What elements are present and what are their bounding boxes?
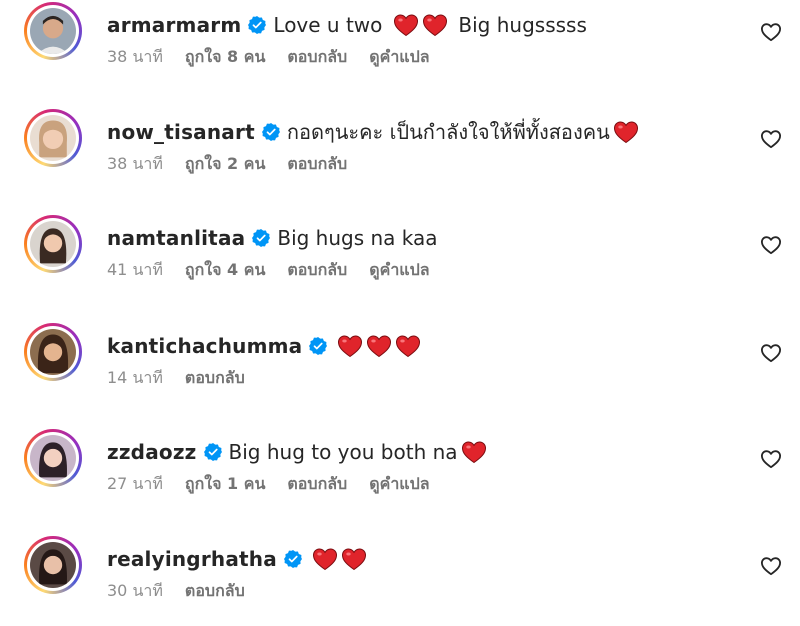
comment-text: Big hug to you both na bbox=[228, 440, 458, 464]
avatar[interactable] bbox=[24, 2, 82, 60]
likes-count-button[interactable]: ถูกใจ 2 คน bbox=[185, 152, 265, 177]
heart-outline-icon[interactable] bbox=[760, 235, 782, 255]
comment-time[interactable]: 38 นาที bbox=[107, 152, 163, 177]
red-heart-emoji bbox=[341, 547, 367, 571]
red-heart-emoji bbox=[395, 334, 421, 358]
comment-time[interactable]: 38 นาที bbox=[107, 45, 163, 70]
likes-count-button[interactable]: ถูกใจ 8 คน bbox=[185, 45, 265, 70]
red-heart-emoji bbox=[613, 120, 639, 144]
comment-time[interactable]: 14 นาที bbox=[107, 366, 163, 391]
reply-button[interactable]: ตอบกลับ bbox=[287, 45, 347, 70]
comment-list: armarmarm Love u two Big hugsssss 38 นาท… bbox=[0, 0, 800, 603]
red-heart-emoji bbox=[461, 440, 487, 464]
username[interactable]: armarmarm bbox=[107, 13, 241, 37]
comment-time[interactable]: 27 นาที bbox=[107, 472, 163, 497]
profile-photo bbox=[30, 221, 76, 267]
verified-badge-icon bbox=[251, 228, 271, 248]
reply-button[interactable]: ตอบกลับ bbox=[185, 579, 245, 604]
verified-badge-icon bbox=[308, 336, 328, 356]
heart-outline-icon[interactable] bbox=[760, 129, 782, 149]
likes-count-button[interactable]: ถูกใจ 4 คน bbox=[185, 258, 265, 283]
red-heart-emoji bbox=[337, 334, 363, 358]
avatar[interactable] bbox=[24, 323, 82, 381]
username[interactable]: now_tisanart bbox=[107, 120, 255, 144]
verified-badge-icon bbox=[261, 122, 281, 142]
profile-photo bbox=[30, 8, 76, 54]
avatar[interactable] bbox=[24, 429, 82, 487]
profile-photo bbox=[30, 435, 76, 481]
see-translation-button[interactable]: ดูคำแปล bbox=[369, 45, 429, 70]
heart-outline-icon[interactable] bbox=[760, 449, 782, 469]
heart-outline-icon[interactable] bbox=[760, 343, 782, 363]
profile-photo bbox=[30, 115, 76, 161]
red-heart-emoji bbox=[393, 13, 419, 37]
reply-button[interactable]: ตอบกลับ bbox=[287, 472, 347, 497]
profile-photo bbox=[30, 542, 76, 588]
username[interactable]: zzdaozz bbox=[107, 440, 197, 464]
likes-count-button[interactable]: ถูกใจ 1 คน bbox=[185, 472, 265, 497]
username[interactable]: kantichachumma bbox=[107, 334, 302, 358]
heart-outline-icon[interactable] bbox=[760, 556, 782, 576]
avatar[interactable] bbox=[24, 215, 82, 273]
comment-time[interactable]: 30 นาที bbox=[107, 579, 163, 604]
comment-text: กอดๆนะคะ เป็นกำลังใจให้พี่ทั้งสองคน bbox=[286, 120, 610, 144]
username[interactable]: namtanlitaa bbox=[107, 226, 245, 250]
comment-item: kantichachumma 14 นาที ตอบกลับ bbox=[0, 323, 800, 413]
username[interactable]: realyingrhatha bbox=[107, 547, 277, 571]
verified-badge-icon bbox=[283, 549, 303, 569]
comment-text: Love u two bbox=[273, 13, 383, 37]
profile-photo bbox=[30, 329, 76, 375]
reply-button[interactable]: ตอบกลับ bbox=[185, 366, 245, 391]
comment-text-tail: Big hugsssss bbox=[458, 13, 587, 37]
see-translation-button[interactable]: ดูคำแปล bbox=[369, 472, 429, 497]
comment-text: Big hugs na kaa bbox=[277, 226, 438, 250]
avatar[interactable] bbox=[24, 536, 82, 594]
comment-item: namtanlitaa Big hugs na kaa 41 นาที ถูกใ… bbox=[0, 215, 800, 305]
comment-time[interactable]: 41 นาที bbox=[107, 258, 163, 283]
red-heart-emoji bbox=[312, 547, 338, 571]
see-translation-button[interactable]: ดูคำแปล bbox=[369, 258, 429, 283]
verified-badge-icon bbox=[247, 15, 267, 35]
heart-outline-icon[interactable] bbox=[760, 22, 782, 42]
reply-button[interactable]: ตอบกลับ bbox=[287, 152, 347, 177]
comment-item: zzdaozz Big hug to you both na 27 นาที ถ… bbox=[0, 429, 800, 519]
comment-item: realyingrhatha 30 นาที ตอบกลับ bbox=[0, 536, 800, 626]
comment-item: armarmarm Love u two Big hugsssss 38 นาท… bbox=[0, 2, 800, 92]
red-heart-emoji bbox=[366, 334, 392, 358]
reply-button[interactable]: ตอบกลับ bbox=[287, 258, 347, 283]
verified-badge-icon bbox=[203, 442, 223, 462]
red-heart-emoji bbox=[422, 13, 448, 37]
comment-item: now_tisanart กอดๆนะคะ เป็นกำลังใจให้พี่ท… bbox=[0, 109, 800, 199]
avatar[interactable] bbox=[24, 109, 82, 167]
